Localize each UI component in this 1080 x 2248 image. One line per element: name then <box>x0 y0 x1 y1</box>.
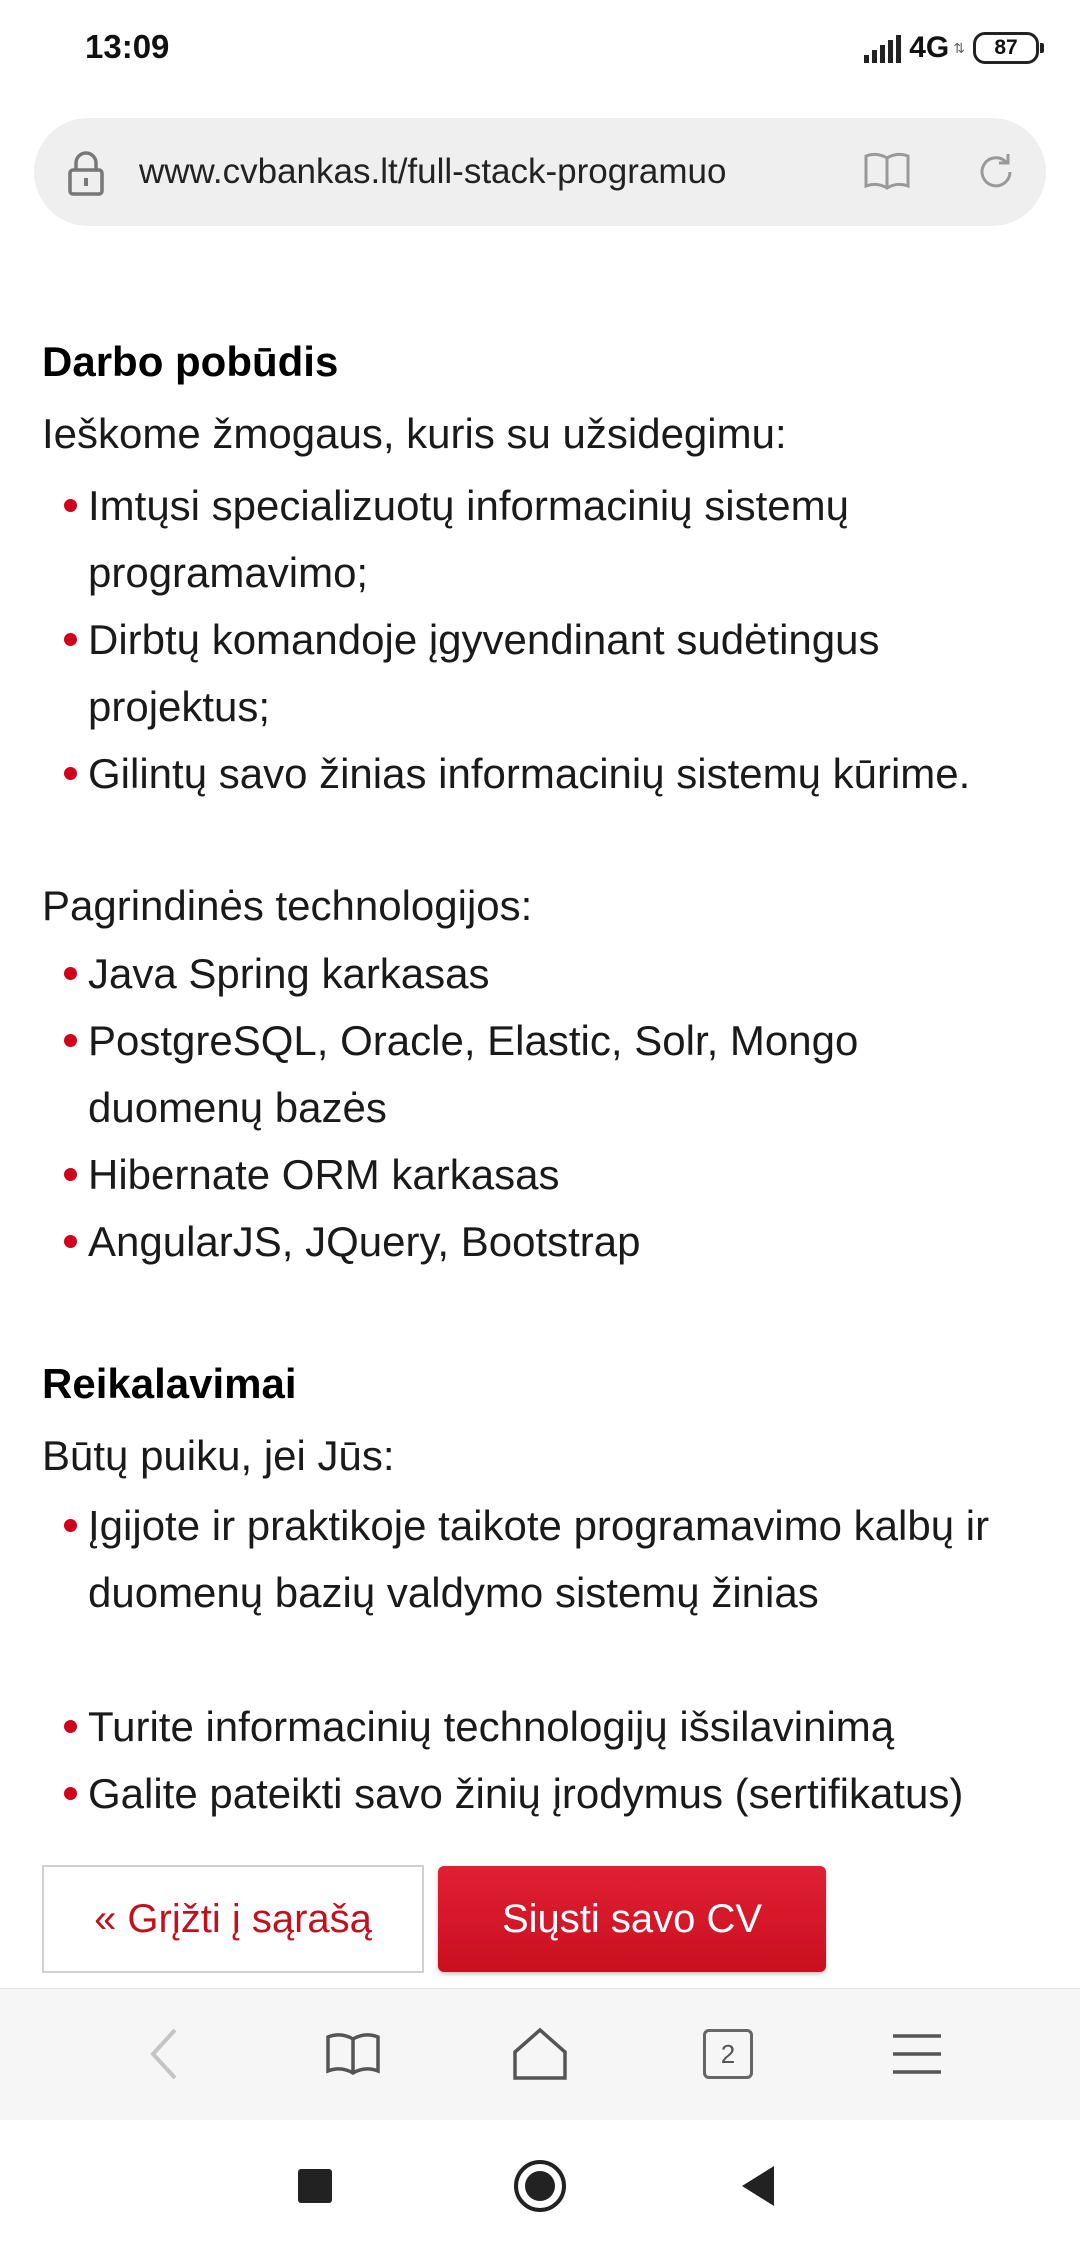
address-bar[interactable]: www.cvbankas.lt/full-stack-programuo <box>34 118 1046 226</box>
bookmarks-icon[interactable] <box>318 2019 388 2089</box>
reader-mode-icon[interactable] <box>862 150 912 197</box>
list-item: Imtųsi specializuotų informacinių sistem… <box>64 472 1028 606</box>
send-cv-button[interactable]: Siųsti savo CV <box>438 1866 826 1972</box>
list-item: Dirbtų komandoje įgyvendinant sudėtingus… <box>64 606 1028 740</box>
home-icon[interactable] <box>505 2019 575 2089</box>
list-item: Galite pateikti savo žinių įrodymus (ser… <box>64 1760 1028 1827</box>
back-to-list-button[interactable]: « Grįžti į sąrašą <box>42 1865 424 1973</box>
tabs-icon[interactable]: 2 <box>693 2019 763 2089</box>
network-type: 4G <box>909 31 950 64</box>
recents-button[interactable] <box>298 2169 332 2203</box>
menu-icon[interactable] <box>882 2019 952 2089</box>
data-activity-icon: ⇅ <box>953 39 965 56</box>
list-item: Hibernate ORM karkasas <box>64 1141 1028 1208</box>
list-item: Gilintų savo žinias informacinių sistemų… <box>64 740 1028 807</box>
home-button[interactable] <box>514 2160 566 2212</box>
tabs-count: 2 <box>703 2029 753 2079</box>
section-intro: Ieškome žmogaus, kuris su užsidegimu: <box>42 410 787 457</box>
section-title-reikalavimai: Reikalavimai <box>42 1360 297 1407</box>
back-icon[interactable] <box>130 2019 200 2089</box>
lock-icon[interactable] <box>66 150 106 201</box>
reload-icon[interactable] <box>974 150 1018 199</box>
browser-toolbar: 2 <box>0 1988 1080 2121</box>
status-bar: 13:09 4G ⇅ 87 <box>0 0 1080 100</box>
system-nav-bar <box>0 2120 1080 2248</box>
battery-level: 87 <box>973 32 1039 64</box>
back-button[interactable] <box>742 2166 774 2206</box>
section-title-darbo-pobudis: Darbo pobūdis <box>42 338 339 385</box>
list-item: Java Spring karkasas <box>64 940 1028 1007</box>
url-text[interactable]: www.cvbankas.lt/full-stack-programuo <box>139 152 849 192</box>
list-item: Įgijote ir praktikoje taikote programavi… <box>64 1492 1028 1626</box>
technologies-intro: Pagrindinės technologijos: <box>42 882 533 929</box>
content-fade <box>0 1830 1080 1870</box>
list-item: AngularJS, JQuery, Bootstrap <box>64 1208 1028 1275</box>
clock: 13:09 <box>85 28 170 65</box>
signal-icon <box>864 33 902 63</box>
section-intro: Būtų puiku, jei Jūs: <box>42 1432 395 1479</box>
list-item: PostgreSQL, Oracle, Elastic, Solr, Mongo… <box>64 1007 1028 1141</box>
battery-icon: 87 <box>973 32 1044 64</box>
list-item: Turite informacinių technologijų išsilav… <box>64 1693 1028 1760</box>
status-icons: 4G ⇅ 87 <box>864 28 1044 68</box>
